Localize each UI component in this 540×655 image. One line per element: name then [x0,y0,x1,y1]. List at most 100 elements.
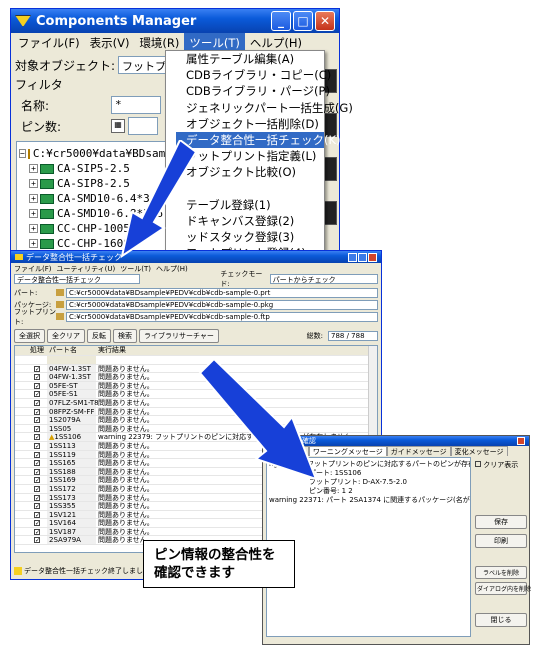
menu-view[interactable]: 表示(V) [85,33,135,53]
clear-dialog-button[interactable]: ダイアログ内を削除 [475,582,531,595]
browse-icon[interactable] [56,301,64,308]
tools-menu-item[interactable]: CDBライブラリ・コピー(C) [176,67,331,83]
path-input[interactable]: C:¥cr5000¥data¥BDsample¥PEDV¥cdb¥cdb-sam… [66,299,378,310]
row-checkbox[interactable]: ✓ [34,365,40,372]
clear-all-button[interactable]: 全クリア [47,329,85,343]
table-row[interactable]: ✓ 07FLZ-SM1-T8 問題ありません。 [15,398,377,408]
row-checkbox[interactable]: ✓ [34,391,40,398]
tools-menu-item[interactable]: ッドスタック登録(3) [176,229,324,245]
table-row[interactable]: ✓ 1S2079A 問題ありません。 [15,416,377,425]
expand-icon[interactable]: + [29,239,38,248]
row-checkbox[interactable]: ✓ [34,460,40,467]
table-row[interactable]: ✓ 05FE-S1 問題ありません。 [15,390,377,399]
minimize-button[interactable]: _ [271,11,291,31]
check-mode-select[interactable]: パートからチェック [269,274,378,284]
name-input[interactable]: * [111,96,161,114]
select-all-button[interactable]: 全選択 [14,329,45,343]
tree-item[interactable]: + CA-SIP8-2.5 [29,176,163,191]
close-button[interactable]: ✕ [315,11,335,31]
row-checkbox[interactable]: ✓ [34,468,40,475]
row-checkbox[interactable]: ✓ [34,511,40,518]
tools-menu-item[interactable]: テーブル登録(1) [176,197,324,213]
check-menu-tools[interactable]: ツール(T) [120,264,151,273]
path-input[interactable]: C:¥cr5000¥data¥BDsample¥PEDV¥cdb¥cdb-sam… [66,311,378,322]
tools-menu-item[interactable]: ドキャンバス登録(2) [176,213,324,229]
save-button[interactable]: 保存 [475,515,527,529]
library-searcher-button[interactable]: ライブラリサーチャー [139,329,219,343]
check-menu-util[interactable]: ユーティリティ(U) [57,264,116,273]
tab-messages[interactable]: メッセージ [266,446,309,456]
row-checkbox[interactable]: ✓ [34,374,40,381]
tools-menu-item[interactable]: フットプリント指定義(L) [176,148,324,164]
path-input[interactable]: C:¥cr5000¥data¥BDsample¥PEDV¥cdb¥cdb-sam… [66,287,378,298]
menu-file[interactable]: ファイル(F) [13,33,85,53]
invert-button[interactable]: 反転 [87,329,111,343]
row-checkbox[interactable]: ✓ [34,382,40,389]
check-close-button[interactable] [368,252,377,262]
row-part-name: 05FE-ST [47,381,96,390]
expand-icon[interactable]: + [29,224,38,233]
table-row[interactable]: ✓ 04FW-1.3ST 問題ありません。 [15,364,377,374]
row-checkbox[interactable]: ✓ [34,408,40,415]
row-checkbox[interactable]: ✓ [34,399,40,406]
tree-item[interactable]: + CC-CHP-1608 [29,236,163,251]
tools-menu-item[interactable]: CDBライブラリ・パージ(P) [176,83,330,99]
browse-icon[interactable] [56,313,64,320]
row-checkbox[interactable]: ✓ [34,425,40,432]
collapse-icon[interactable]: − [19,149,26,158]
tools-menu-item[interactable] [176,181,324,197]
path-row: フットプリント: C:¥cr5000¥data¥BDsample¥PEDV¥cdb… [14,308,378,326]
expand-icon[interactable]: + [29,194,38,203]
row-checkbox[interactable]: ✓ [34,503,40,510]
row-checkbox[interactable]: ✓ [34,477,40,484]
mode-select[interactable]: データ整合性一括チェック [14,274,141,284]
table-row[interactable]: ✓ 08FPZ-SM-FF 問題ありません。 [15,407,377,417]
browse-icon[interactable] [56,289,64,296]
search-button[interactable]: 検索 [113,329,137,343]
close-button[interactable]: 閉じる [475,613,527,627]
check-title-bar[interactable]: データ整合性一括チェック [11,251,381,263]
tab-warnings[interactable]: ワーニングメッセージ [308,446,387,456]
pin-icon[interactable]: ▦ [111,119,125,133]
message-close-button[interactable] [517,437,525,445]
message-text-area[interactable]: ng 22379: フットプリントのピンに対応するパートのピンが存在しませパート… [266,457,471,637]
message-title-bar[interactable]: メッセージ確認 [263,436,529,446]
row-part-name: 1SV187 [47,527,96,536]
row-checkbox[interactable]: ✓ [34,520,40,527]
print-button[interactable]: 印刷 [475,534,527,548]
tools-menu-item[interactable]: オブジェクト比較(O) [176,164,324,180]
check-minimize-button[interactable] [348,252,357,262]
table-row[interactable]: ✓ 04FW-1.3ST 問題ありません。 [15,373,377,382]
delete-label-button[interactable]: ラベルを削除 [475,566,527,579]
table-row[interactable]: ✓ 05FE-ST 問題ありません。 [15,381,377,391]
clear-display-checkbox[interactable]: クリア表示 [475,460,527,470]
tab-changes[interactable]: 変化メッセージ [450,446,508,456]
tree-item[interactable]: + CC-CHP-1005 [29,221,163,236]
row-checkbox[interactable]: ✓ [34,451,40,458]
row-checkbox[interactable]: ✓ [34,485,40,492]
tools-menu-item[interactable]: ジェネリックパート一括生成(G) [176,100,353,116]
tree-item[interactable]: + CA-SMD10-6.4*3.2 [29,191,163,206]
tree-item[interactable]: + CA-SMD10-6.8*3.6 [29,206,163,221]
tree-root[interactable]: − C:¥cr5000¥data¥BDsamp [19,146,165,161]
check-maximize-button[interactable] [358,252,367,262]
tree-item[interactable]: + CA-SIP5-2.5 [29,161,163,176]
tab-guides[interactable]: ガイドメッセージ [386,446,451,456]
title-bar[interactable]: Components Manager _ □ ✕ [11,9,339,33]
row-checkbox[interactable]: ✓ [34,442,40,449]
check-menu-file[interactable]: ファイル(F) [14,264,52,273]
tools-menu-item[interactable]: オブジェクト一括削除(D) [176,116,324,132]
check-menu-help[interactable]: ヘルプ(H) [156,264,188,273]
expand-icon[interactable]: + [29,209,38,218]
row-checkbox[interactable]: ✓ [34,434,40,441]
row-checkbox[interactable]: ✓ [34,494,40,501]
tools-menu-item[interactable]: データ整合性一括チェック(K) [176,131,341,149]
maximize-button[interactable]: □ [293,11,313,31]
row-checkbox[interactable]: ✓ [34,528,40,535]
expand-icon[interactable]: + [29,179,38,188]
tools-menu-item[interactable]: 属性テーブル編集(A) [176,51,324,67]
expand-icon[interactable]: + [29,164,38,173]
pin-input[interactable] [128,117,158,135]
row-checkbox[interactable]: ✓ [34,537,40,544]
row-checkbox[interactable]: ✓ [34,417,40,424]
